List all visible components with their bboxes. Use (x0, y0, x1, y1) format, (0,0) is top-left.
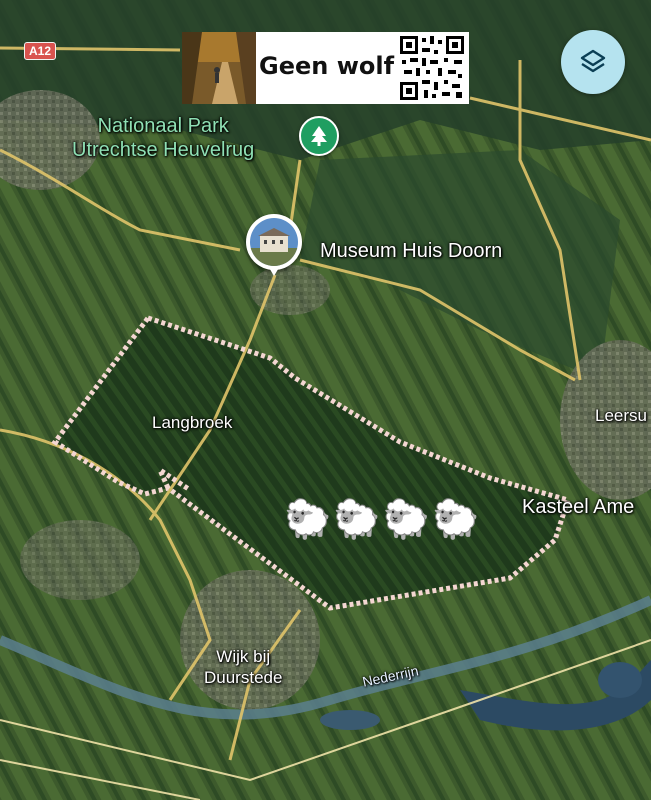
qr-code-icon (398, 34, 466, 102)
road-shield-a12: A12 (24, 42, 57, 60)
museum-photo-icon (250, 218, 298, 266)
banner-text: Geen wolf (259, 52, 395, 80)
museum-pin[interactable] (246, 214, 302, 270)
sheep-icons: 🐑🐑🐑🐑 (284, 499, 482, 541)
museum-label[interactable]: Museum Huis Doorn (320, 240, 502, 263)
langbroek-label[interactable]: Langbroek (152, 413, 232, 433)
park-label-line2: Utrechtse Heuvelrug (72, 139, 255, 161)
forest-path-photo[interactable] (182, 32, 256, 104)
tree-icon (311, 126, 327, 146)
layers-icon (580, 49, 606, 73)
wijk-label-line1: Wijk bij (216, 647, 271, 666)
satellite-map[interactable]: A12 Geen wolf Nationaal Park Utrechtse H… (0, 0, 651, 800)
park-label[interactable]: Nationaal Park Utrechtse Heuvelrug (72, 114, 254, 162)
layers-button[interactable] (561, 30, 625, 94)
park-label-line1: Nationaal Park (97, 115, 229, 137)
kasteel-label[interactable]: Kasteel Ame (522, 496, 634, 519)
wijk-label-line2: Duurstede (204, 668, 283, 687)
museum-pin-tail (268, 266, 280, 276)
geen-wolf-banner: Geen wolf (256, 32, 469, 104)
wijk-bij-duurstede-label[interactable]: Wijk bij Duurstede (204, 646, 282, 688)
park-pin[interactable] (299, 116, 339, 156)
leersum-label[interactable]: Leersu (595, 406, 647, 426)
